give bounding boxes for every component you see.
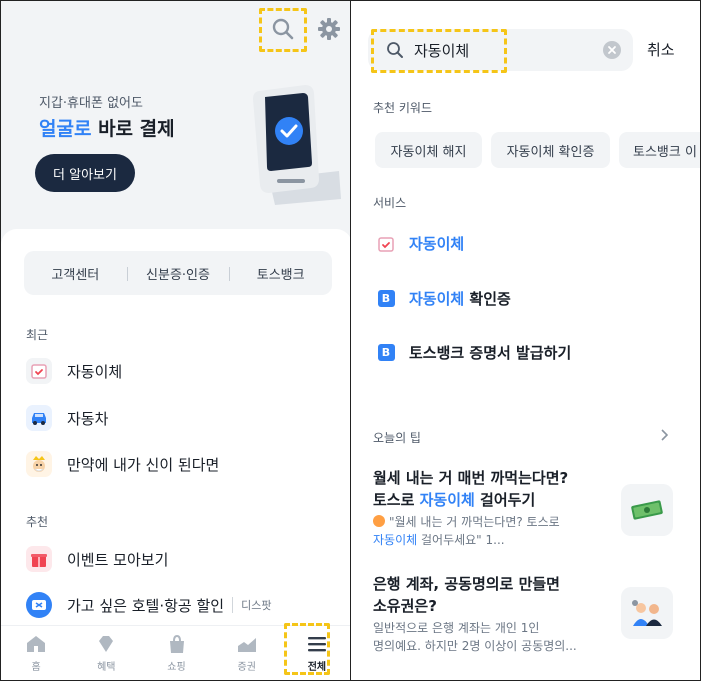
service-item-auto-transfer-confirmation[interactable]: B 자동이체 확인증 — [376, 288, 511, 309]
menu-screen: 지갑·휴대폰 없어도 얼굴로 바로 결제 더 알아보기 고객센터 신분증·인증 … — [0, 0, 351, 681]
recommend-item-hotel-flight[interactable]: 가고 싶은 호텔·항공 할인 디스팟 — [26, 590, 271, 620]
toss-bank-icon: B — [376, 289, 396, 309]
recent-item-auto-transfer[interactable]: 자동이체 — [26, 356, 122, 386]
tip-description: 일반적으로 은행 계좌는 개인 1인 명의예요. 하지만 2명 이상이 공동명의… — [373, 621, 577, 653]
banner-title: 얼굴로 바로 결제 — [39, 118, 175, 140]
quick-links-bar: 고객센터 신분증·인증 토스뱅크 — [24, 251, 332, 295]
learn-more-button[interactable]: 더 알아보기 — [35, 154, 135, 192]
recommend-item-events[interactable]: 이벤트 모아보기 — [26, 544, 168, 574]
keyword-chip-toss-bank[interactable]: 토스뱅크 이 — [619, 132, 700, 168]
service-item-label: 자동이체 확인증 — [409, 290, 511, 308]
ticket-icon — [26, 592, 52, 618]
quick-link-id-verification[interactable]: 신분증·인증 — [126, 264, 230, 283]
tips-section-label: 오늘의 팁 — [373, 431, 421, 445]
menu-tab-highlight-box — [284, 623, 330, 675]
keywords-section-label: 추천 키워드 — [373, 101, 433, 115]
quick-link-customer-center[interactable]: 고객센터 — [24, 264, 127, 283]
recent-item-if-i-were-god[interactable]: 만약에 내가 신이 된다면 — [26, 449, 219, 479]
recommend-item-source: 디스팟 — [232, 597, 271, 613]
quick-link-toss-bank[interactable]: 토스뱅크 — [229, 264, 332, 283]
tip-title: 은행 계좌, 공동명의로 만들면 소유권은? — [373, 575, 560, 615]
tab-label: 쇼핑 — [167, 662, 186, 673]
car-icon — [26, 405, 52, 431]
god-face-icon — [26, 451, 52, 477]
gift-icon — [26, 546, 52, 572]
services-section-label: 서비스 — [373, 196, 407, 210]
recommend-section-label: 추천 — [26, 515, 49, 529]
tips-section-header[interactable]: 오늘의 팁 — [373, 429, 669, 446]
tab-label: 증권 — [237, 662, 256, 673]
tab-label: 혜택 — [97, 662, 116, 673]
toss-bank-icon: B — [376, 343, 396, 363]
service-item-auto-transfer[interactable]: 자동이체 — [376, 233, 464, 254]
keyword-chip-auto-transfer-confirmation[interactable]: 자동이체 확인증 — [491, 132, 610, 168]
chevron-right-icon — [660, 429, 669, 446]
tip-item-rent-auto-transfer[interactable]: 월세 내는 거 매번 까먹는다면? 토스로 자동이체 걸어두기 "월세 내는 거… — [373, 467, 593, 549]
service-item-label: 토스뱅크 증명서 발급하기 — [409, 344, 572, 362]
chart-icon — [237, 638, 256, 652]
tab-home[interactable]: 홈 — [1, 626, 71, 680]
tab-label: 홈 — [31, 662, 41, 673]
tab-stocks[interactable]: 증권 — [212, 626, 282, 680]
money-thumbnail-icon — [621, 484, 673, 536]
gear-icon[interactable] — [317, 17, 341, 45]
recent-item-label: 만약에 내가 신이 된다면 — [67, 455, 220, 474]
shopping-bag-icon — [169, 634, 184, 653]
tip-item-joint-account[interactable]: 은행 계좌, 공동명의로 만들면 소유권은? 일반적으로 은행 계좌는 개인 1… — [373, 573, 593, 655]
search-screen: 자동이체 취소 추천 키워드 자동이체 해지 자동이체 확인증 토스뱅크 이 서… — [351, 0, 701, 681]
people-thumbnail-icon — [621, 587, 673, 639]
keyword-chip-cancel-auto-transfer[interactable]: 자동이체 해지 — [375, 132, 482, 168]
cancel-button[interactable]: 취소 — [647, 39, 675, 60]
service-item-toss-bank-certificate[interactable]: B 토스뱅크 증명서 발급하기 — [376, 342, 571, 363]
banner-subtitle: 지갑·휴대폰 없어도 — [39, 96, 143, 111]
calendar-check-icon — [26, 358, 52, 384]
calendar-check-icon — [376, 234, 396, 254]
tip-description: "월세 내는 거 까먹는다면? 토스로 자동이체 걸어두세요" 1... — [373, 515, 560, 547]
face-pay-terminal-illustration — [229, 79, 349, 213]
diamond-icon — [99, 636, 114, 652]
recent-item-car[interactable]: 자동차 — [26, 403, 108, 433]
search-query-highlight-box — [371, 29, 507, 73]
tab-benefits[interactable]: 혜택 — [71, 626, 141, 680]
person-emoji-icon — [373, 515, 385, 527]
service-item-label: 자동이체 — [409, 235, 465, 253]
recent-item-label: 자동이체 — [67, 362, 123, 381]
home-icon — [27, 636, 46, 652]
clear-icon[interactable] — [603, 41, 621, 59]
recent-item-label: 자동차 — [67, 409, 109, 428]
tip-title: 월세 내는 거 매번 까먹는다면? 토스로 자동이체 걸어두기 — [373, 469, 569, 509]
recent-section-label: 최근 — [26, 328, 49, 342]
tab-shopping[interactable]: 쇼핑 — [141, 626, 211, 680]
recommend-item-label: 가고 싶은 호텔·항공 할인 — [67, 596, 225, 615]
search-highlight-box — [259, 8, 307, 52]
recommend-item-label: 이벤트 모아보기 — [67, 550, 169, 569]
